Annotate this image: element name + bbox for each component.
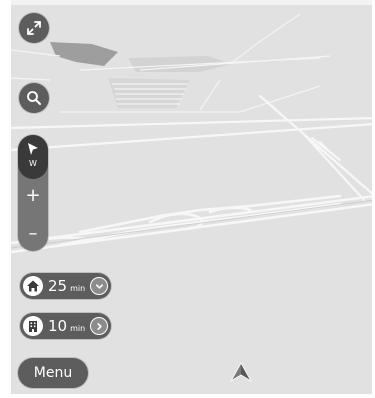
zoom-in-button[interactable]: + — [18, 181, 48, 211]
compass-button[interactable]: W — [18, 135, 48, 179]
zoom-out-button[interactable]: – — [18, 219, 48, 249]
eta-home-unit: min — [70, 284, 86, 293]
office-building-icon — [23, 316, 43, 336]
chevron-right-icon[interactable] — [90, 317, 109, 335]
navigation-arrow-icon — [229, 362, 253, 383]
chevron-down-icon[interactable] — [90, 277, 109, 295]
bottom-frame — [0, 394, 375, 398]
compass-arrow-icon — [28, 143, 38, 155]
eta-home-pill[interactable]: 25 min — [20, 273, 112, 299]
navigation-screen: W + – 25 min 10 min Menu — [0, 0, 375, 398]
home-icon — [23, 276, 43, 296]
expand-arrows-icon — [27, 21, 41, 35]
magnifier-icon — [27, 91, 41, 105]
top-frame — [0, 0, 375, 5]
zoom-control: W + – — [18, 135, 48, 251]
eta-work-pill[interactable]: 10 min — [20, 313, 112, 339]
menu-button[interactable]: Menu — [18, 358, 88, 388]
fullscreen-button[interactable] — [19, 13, 49, 43]
search-button[interactable] — [19, 83, 49, 113]
left-frame — [0, 0, 11, 398]
eta-work-minutes: 10 — [48, 317, 68, 335]
compass-heading: W — [29, 159, 37, 168]
eta-work-unit: min — [70, 324, 86, 333]
eta-home-minutes: 25 — [48, 277, 68, 295]
